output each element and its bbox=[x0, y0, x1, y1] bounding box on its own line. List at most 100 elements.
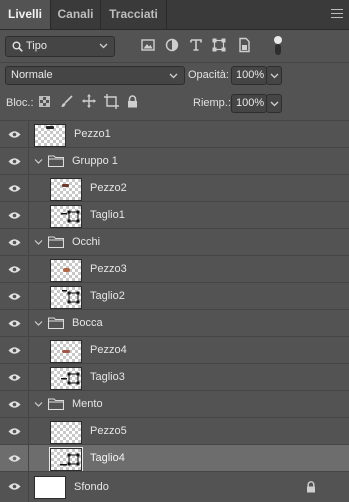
group-row[interactable]: Mento bbox=[0, 390, 349, 418]
layer-name: Taglio1 bbox=[90, 209, 125, 221]
filter-toggle-switch[interactable] bbox=[274, 36, 282, 56]
panel-tab-bar: Livelli Canali Tracciati bbox=[0, 0, 349, 30]
eye-icon bbox=[8, 483, 21, 490]
chevron-down-icon bbox=[99, 43, 108, 49]
eye-icon bbox=[8, 293, 21, 300]
shape-layer-icon bbox=[61, 372, 80, 385]
smart-object-filter-icon[interactable] bbox=[235, 36, 253, 54]
shape-layer-icon bbox=[61, 210, 80, 223]
eye-icon bbox=[8, 320, 21, 327]
layer-name: Pezzo1 bbox=[74, 128, 111, 140]
layer-thumbnail bbox=[50, 178, 82, 201]
group-name: Mento bbox=[72, 398, 103, 410]
layer-thumbnail bbox=[34, 124, 66, 147]
fill-dropdown[interactable] bbox=[266, 94, 282, 113]
chevron-down-icon bbox=[270, 101, 279, 107]
layer-row[interactable]: Pezzo2 bbox=[0, 174, 349, 202]
layer-row[interactable]: Pezzo4 bbox=[0, 336, 349, 364]
visibility-toggle[interactable] bbox=[0, 391, 29, 418]
layer-name: Pezzo4 bbox=[90, 344, 127, 356]
visibility-toggle[interactable] bbox=[0, 148, 29, 175]
layer-row[interactable]: Taglio1 bbox=[0, 201, 349, 229]
panel-menu-icon[interactable] bbox=[331, 9, 343, 19]
layer-row[interactable]: Taglio2 bbox=[0, 282, 349, 310]
lock-move-icon[interactable] bbox=[82, 94, 96, 108]
eye-icon bbox=[8, 185, 21, 192]
lock-brush-icon[interactable] bbox=[60, 95, 73, 108]
visibility-toggle[interactable] bbox=[0, 202, 29, 229]
lock-icon bbox=[307, 481, 315, 493]
background-layer-row[interactable]: Sfondo bbox=[0, 471, 349, 502]
layer-thumbnail bbox=[50, 421, 82, 444]
folder-icon bbox=[48, 398, 64, 410]
fill-value: 100% bbox=[236, 97, 265, 109]
eye-icon bbox=[8, 239, 21, 246]
visibility-toggle[interactable] bbox=[0, 418, 29, 445]
layer-name: Pezzo2 bbox=[90, 182, 127, 194]
visibility-toggle[interactable] bbox=[0, 364, 29, 391]
visibility-toggle[interactable] bbox=[0, 256, 29, 283]
fill-label: Riemp.: bbox=[193, 97, 231, 109]
chevron-down-icon[interactable] bbox=[34, 238, 43, 247]
chevron-down-icon bbox=[169, 73, 178, 79]
group-name: Occhi bbox=[72, 236, 101, 248]
chevron-down-icon[interactable] bbox=[34, 319, 43, 328]
eye-icon bbox=[8, 158, 21, 165]
chevron-down-icon[interactable] bbox=[34, 157, 43, 166]
visibility-toggle[interactable] bbox=[0, 283, 29, 310]
shape-filter-icon[interactable] bbox=[210, 36, 228, 54]
visibility-toggle[interactable] bbox=[0, 472, 29, 502]
tab-canali[interactable]: Canali bbox=[51, 0, 101, 29]
filter-kind-select[interactable]: Tipo bbox=[5, 36, 115, 57]
layer-thumbnail bbox=[50, 286, 82, 309]
layer-row[interactable]: Pezzo3 bbox=[0, 255, 349, 283]
opacity-input[interactable]: 100% bbox=[231, 66, 267, 85]
layer-row[interactable]: Pezzo5 bbox=[0, 417, 349, 445]
folder-icon bbox=[48, 236, 64, 248]
visibility-toggle[interactable] bbox=[0, 310, 29, 337]
adjustment-filter-icon[interactable] bbox=[163, 36, 181, 54]
layer-row[interactable]: Taglio3 bbox=[0, 363, 349, 391]
fill-input[interactable]: 100% bbox=[231, 94, 267, 113]
text-filter-icon[interactable] bbox=[187, 36, 205, 54]
group-row[interactable]: Gruppo 1 bbox=[0, 147, 349, 175]
layer-thumbnail bbox=[34, 476, 66, 499]
lock-all-icon[interactable] bbox=[127, 95, 138, 108]
lock-artboard-icon[interactable] bbox=[104, 94, 119, 109]
group-name: Bocca bbox=[72, 317, 103, 329]
group-row[interactable]: Occhi bbox=[0, 228, 349, 256]
layer-name: Sfondo bbox=[74, 481, 109, 493]
visibility-toggle[interactable] bbox=[0, 229, 29, 256]
group-row[interactable]: Bocca bbox=[0, 309, 349, 337]
opacity-label: Opacità: bbox=[188, 69, 229, 81]
layer-thumbnail bbox=[50, 367, 82, 390]
layer-name: Taglio4 bbox=[90, 452, 125, 464]
layer-row[interactable]: Pezzo1 bbox=[0, 120, 349, 148]
tab-livelli[interactable]: Livelli bbox=[0, 0, 51, 29]
eye-icon bbox=[8, 212, 21, 219]
eye-icon bbox=[8, 428, 21, 435]
eye-icon bbox=[8, 131, 21, 138]
opacity-dropdown[interactable] bbox=[266, 66, 282, 85]
blend-mode-label: Normale bbox=[11, 69, 53, 81]
layer-row-selected[interactable]: Taglio4 bbox=[0, 444, 349, 472]
eye-icon bbox=[8, 455, 21, 462]
filter-kind-label: Tipo bbox=[26, 40, 47, 52]
chevron-down-icon[interactable] bbox=[34, 400, 43, 409]
tab-tracciati[interactable]: Tracciati bbox=[101, 0, 167, 29]
visibility-toggle[interactable] bbox=[0, 121, 29, 148]
group-name: Gruppo 1 bbox=[72, 155, 118, 167]
image-filter-icon[interactable] bbox=[139, 36, 157, 54]
divider bbox=[0, 62, 349, 63]
lock-transparency-icon[interactable] bbox=[39, 96, 50, 107]
opacity-value: 100% bbox=[236, 69, 265, 81]
chevron-down-icon bbox=[270, 73, 279, 79]
layer-thumbnail bbox=[50, 340, 82, 363]
eye-icon bbox=[8, 266, 21, 273]
blend-mode-select[interactable]: Normale bbox=[5, 66, 185, 85]
visibility-toggle[interactable] bbox=[0, 445, 29, 472]
layer-thumbnail bbox=[50, 259, 82, 282]
visibility-toggle[interactable] bbox=[0, 175, 29, 202]
visibility-toggle[interactable] bbox=[0, 337, 29, 364]
layer-thumbnail bbox=[50, 205, 82, 228]
